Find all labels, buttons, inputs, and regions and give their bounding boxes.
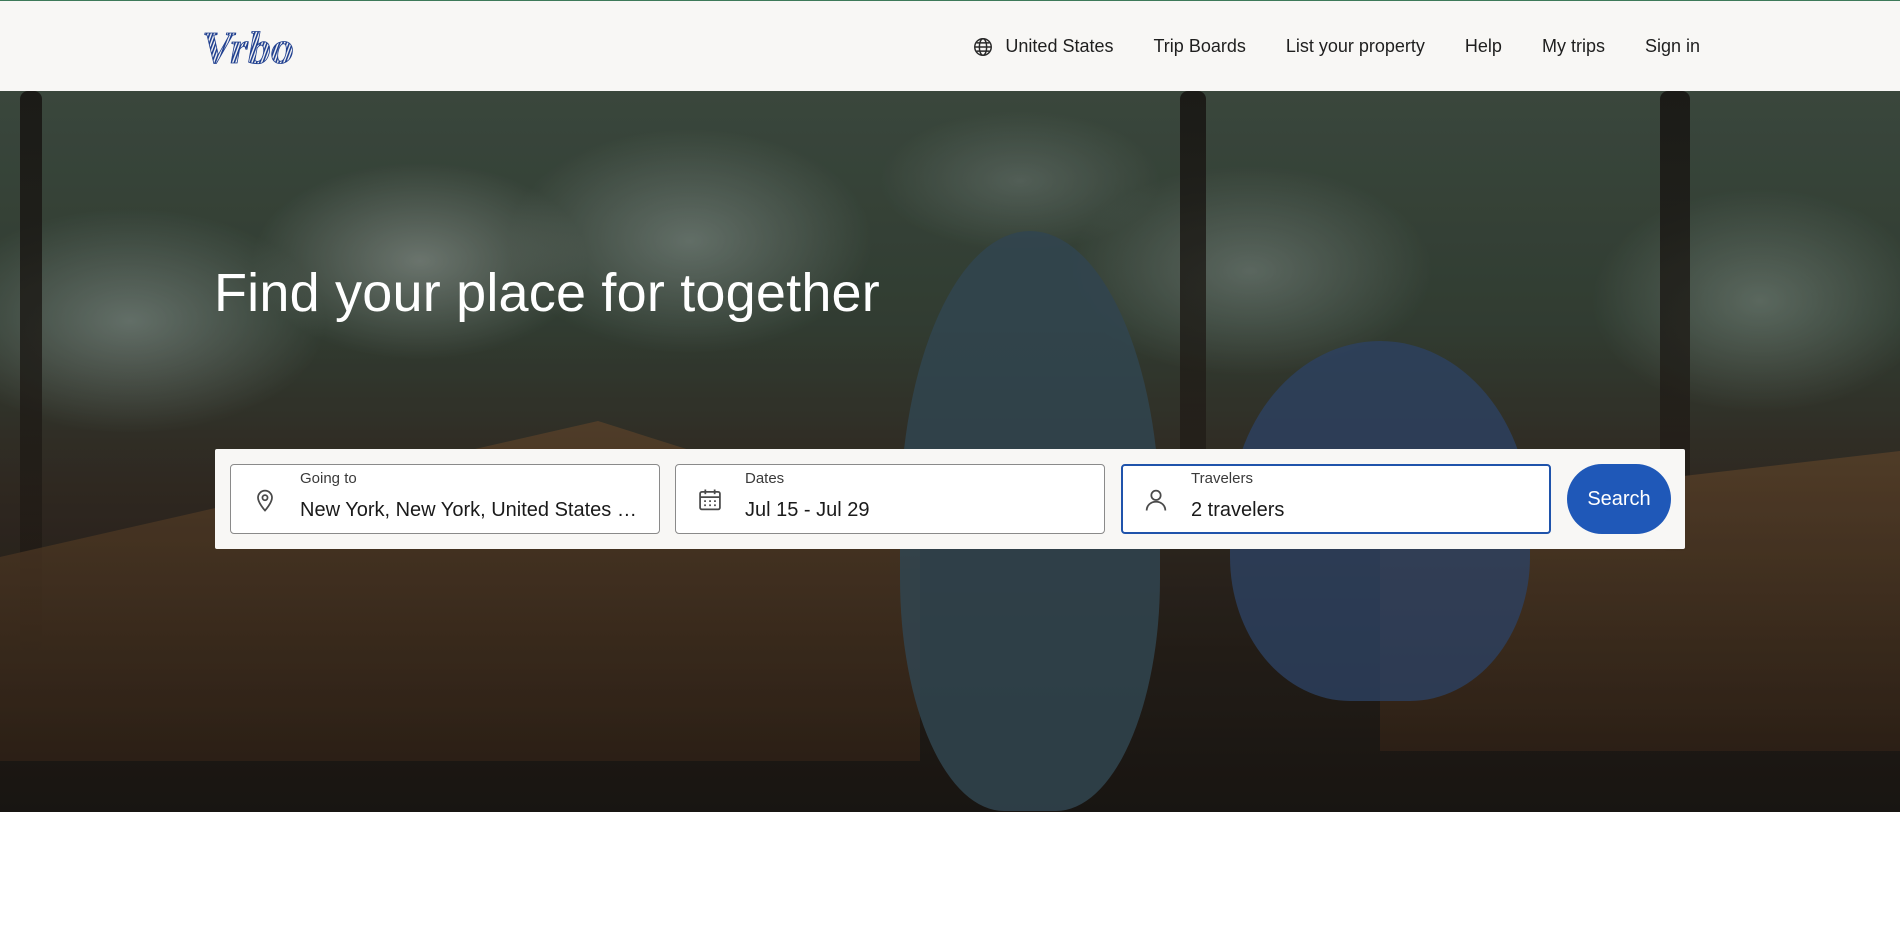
globe-icon — [974, 37, 993, 56]
top-nav: United States Trip Boards List your prop… — [972, 1, 1700, 92]
going-to-label: Going to — [300, 470, 357, 487]
travelers-value: 2 travelers — [1191, 499, 1285, 521]
nav-sign-in[interactable]: Sign in — [1645, 36, 1700, 57]
travelers-label: Travelers — [1191, 470, 1253, 487]
search-panel: Going to New York, New York, United Stat… — [215, 449, 1685, 549]
hero-headline: Find your place for together — [214, 263, 880, 323]
calendar-icon — [699, 489, 721, 511]
region-label: United States — [1005, 36, 1114, 56]
nav-trip-boards[interactable]: Trip Boards — [1153, 36, 1245, 57]
person-icon — [1145, 489, 1167, 511]
site-header: Vrbo United States Trip Boards List your… — [0, 0, 1900, 91]
svg-text:Vrbo: Vrbo — [202, 23, 294, 69]
going-to-value: New York, New York, United States of Ame… — [300, 499, 642, 521]
travelers-field[interactable]: Travelers 2 travelers — [1121, 464, 1551, 534]
dates-label: Dates — [745, 470, 785, 487]
dates-field[interactable]: Dates Jul 15 - Jul 29 — [675, 464, 1105, 534]
nav-list-property[interactable]: List your property — [1286, 36, 1425, 57]
region-selector[interactable]: United States — [972, 36, 1113, 58]
vrbo-logo[interactable]: Vrbo — [200, 23, 324, 69]
going-to-field[interactable]: Going to New York, New York, United Stat… — [230, 464, 660, 534]
map-pin-icon — [257, 489, 273, 512]
nav-help[interactable]: Help — [1465, 36, 1502, 57]
search-button[interactable]: Search — [1567, 464, 1671, 534]
nav-my-trips[interactable]: My trips — [1542, 36, 1605, 57]
dates-value: Jul 15 - Jul 29 — [745, 499, 870, 521]
